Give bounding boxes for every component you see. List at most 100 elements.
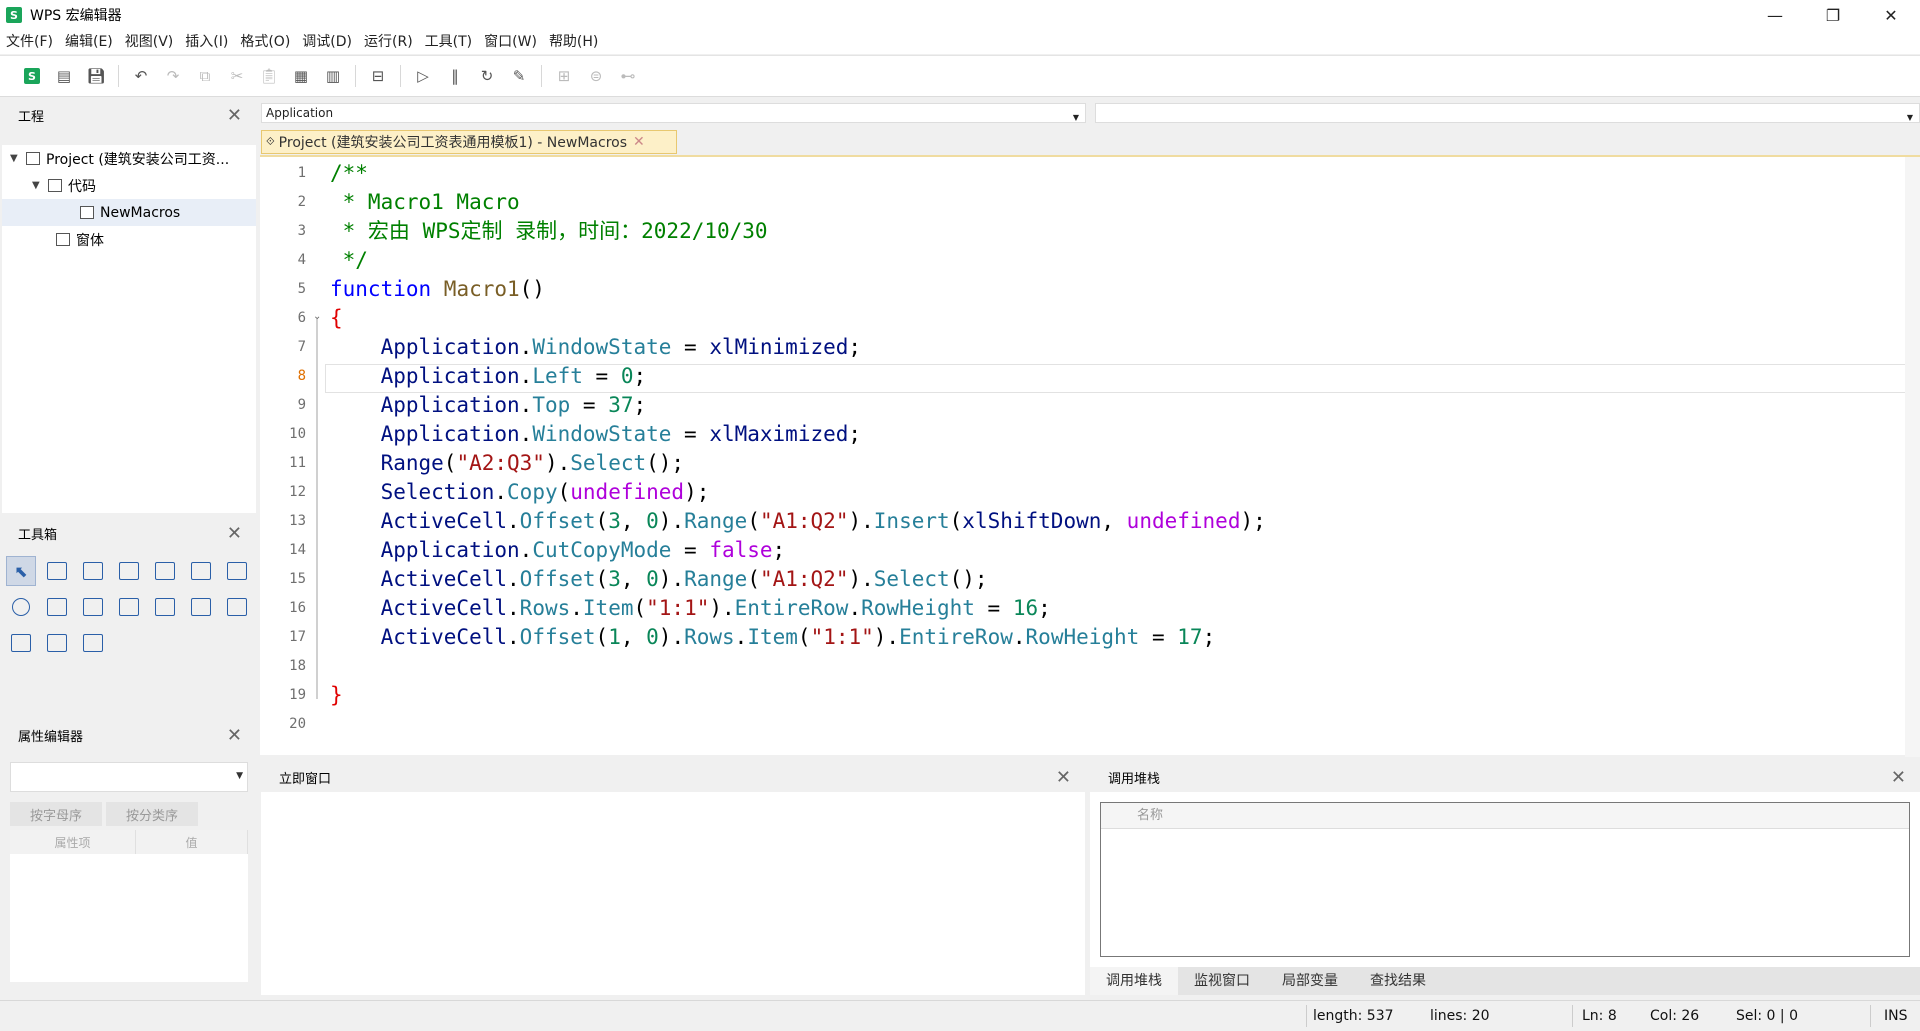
tab-locals[interactable]: 局部变量 [1266,967,1354,995]
close-icon[interactable]: ✕ [633,134,645,150]
menu-help[interactable]: 帮助(H) [543,30,604,54]
menu-run[interactable]: 运行(R) [358,30,419,54]
undo-button[interactable]: ↶ [125,62,157,90]
pointer-tool[interactable]: ⬉ [6,556,36,586]
immediate-window[interactable] [261,792,1085,995]
fold-icon[interactable]: ⌄ [313,311,321,322]
tab-categorized[interactable]: 按分类序 [106,802,198,826]
pause-button[interactable]: ‖ [439,62,471,90]
expand-icon[interactable]: ▼ [32,180,42,191]
image-tool[interactable] [222,592,252,622]
combobox-tool[interactable] [186,556,216,586]
checkbox-tool[interactable] [222,556,252,586]
tab-callstack[interactable]: 调用堆栈 [1090,967,1178,995]
close-button[interactable]: ✕ [1862,0,1920,30]
textbox-tool[interactable] [114,556,144,586]
code-line[interactable]: Range("A2:Q3").Select(); [330,449,684,478]
calendar-tool[interactable] [42,628,72,658]
close-icon[interactable]: ✕ [1891,767,1906,788]
code-line[interactable]: } [330,681,343,710]
step-out-button[interactable]: ⊷ [612,62,644,90]
object-combobox[interactable]: ▼ [10,762,248,792]
procedure-selector[interactable]: ▼ [1095,103,1920,123]
wps-app-button[interactable]: S [16,62,48,90]
menu-file[interactable]: 文件(F) [0,30,59,54]
frame-tool[interactable] [150,556,180,586]
code-line[interactable]: Selection.Copy(undefined); [330,478,710,507]
menu-view[interactable]: 视图(V) [119,30,180,54]
radio-tool[interactable] [6,592,36,622]
menu-debug[interactable]: 调试(D) [296,30,358,54]
document-tab[interactable]: ⟐ Project (建筑安装公司工资表通用模板1) - NewMacros ✕ [261,130,677,154]
code-line[interactable]: ActiveCell.Rows.Item("1:1").EntireRow.Ro… [330,594,1051,623]
code-token: ; [633,393,647,417]
code-token: Range [684,567,748,591]
menu-format[interactable]: 格式(O) [234,30,296,54]
code-line[interactable]: */ [330,246,368,275]
copy-button[interactable]: ⧉ [189,62,221,90]
spinbutton-tool[interactable] [78,592,108,622]
step-over-button[interactable]: ⊜ [580,62,612,90]
code-line[interactable]: { [330,304,343,333]
close-icon[interactable]: ✕ [227,105,242,126]
code-line[interactable]: * Macro1 Macro [330,188,520,217]
tree-item-newmacros[interactable]: NewMacros [2,199,256,226]
code-area[interactable]: /** * Macro1 Macro * 宏由 WPS定制 录制，时间：2022… [330,157,1920,755]
tab-find-results[interactable]: 查找结果 [1354,967,1442,995]
menu-edit[interactable]: 编辑(E) [59,30,119,54]
vertical-scrollbar[interactable] [1905,157,1920,757]
import-button[interactable]: ⊟ [362,62,394,90]
tree-item-project[interactable]: ▼ Project (建筑安装公司工资... [2,145,256,172]
menu-window[interactable]: 窗口(W) [478,30,543,54]
code-line[interactable]: * 宏由 WPS定制 录制，时间：2022/10/30 [330,217,768,246]
tabstrip-tool[interactable] [150,592,180,622]
tree-item-code[interactable]: ▼ 代码 [2,172,256,199]
multipage-tool[interactable] [186,592,216,622]
code-line[interactable]: ActiveCell.Offset(1, 0).Rows.Item("1:1")… [330,623,1216,652]
code-token: Application [380,364,520,388]
folder-tool[interactable] [78,628,108,658]
code-line[interactable]: Application.Top = 37; [330,391,647,420]
paste-button[interactable]: 📋︎ [253,62,285,90]
togglebutton-tool[interactable] [6,628,36,658]
listbox-tool[interactable] [42,592,72,622]
code-line[interactable]: Application.CutCopyMode = false; [330,536,786,565]
menu-tools[interactable]: 工具(T) [419,30,478,54]
uncomment-button[interactable]: ▥ [317,62,349,90]
code-line[interactable]: ActiveCell.Offset(3, 0).Range("A1:Q2").S… [330,565,988,594]
callstack-grid[interactable]: 名称 [1100,802,1910,957]
wps-logo-icon: S [6,7,22,23]
design-mode-button[interactable]: ✎ [503,62,535,90]
expand-icon[interactable]: ▼ [10,153,20,164]
run-button[interactable]: ▷ [407,62,439,90]
redo-button[interactable]: ↷ [157,62,189,90]
restore-button[interactable]: ❐ [1804,0,1862,30]
menu-insert[interactable]: 插入(I) [179,30,234,54]
close-icon[interactable]: ✕ [227,523,242,544]
code-token: = [671,422,710,446]
tab-alphabetical[interactable]: 按字母序 [10,802,102,826]
code-line[interactable]: Application.Left = 0; [330,362,647,391]
close-icon[interactable]: ✕ [1056,767,1071,788]
tab-watch[interactable]: 监视窗口 [1178,967,1266,995]
code-line[interactable]: Application.WindowState = xlMinimized; [330,333,861,362]
new-module-button[interactable]: ▤ [48,62,80,90]
save-button[interactable]: 💾︎ [80,62,112,90]
close-icon[interactable]: ✕ [227,725,242,746]
cut-button[interactable]: ✂ [221,62,253,90]
step-into-button[interactable]: ⊞ [548,62,580,90]
scrollbar-tool[interactable] [114,592,144,622]
comment-button[interactable]: ▦ [285,62,317,90]
code-line[interactable]: function Macro1() [330,275,545,304]
tree-item-forms[interactable]: 窗体 [2,226,256,253]
reset-button[interactable]: ↻ [471,62,503,90]
code-line[interactable]: ActiveCell.Offset(3, 0).Range("A1:Q2").I… [330,507,1266,536]
label-tool[interactable] [78,556,108,586]
code-line[interactable]: Application.WindowState = xlMaximized; [330,420,861,449]
code-line[interactable]: /** [330,159,368,188]
code-token: ; [1202,625,1216,649]
button-tool[interactable] [42,556,72,586]
minimize-button[interactable]: — [1746,0,1804,30]
object-selector[interactable]: Application ▼ [261,103,1086,123]
code-editor[interactable]: 1 2 3 4 5 6 7 8 9 10 11 12 13 14 15 16 17 18 19 20 ⌄ /** * … [260,155,1920,757]
